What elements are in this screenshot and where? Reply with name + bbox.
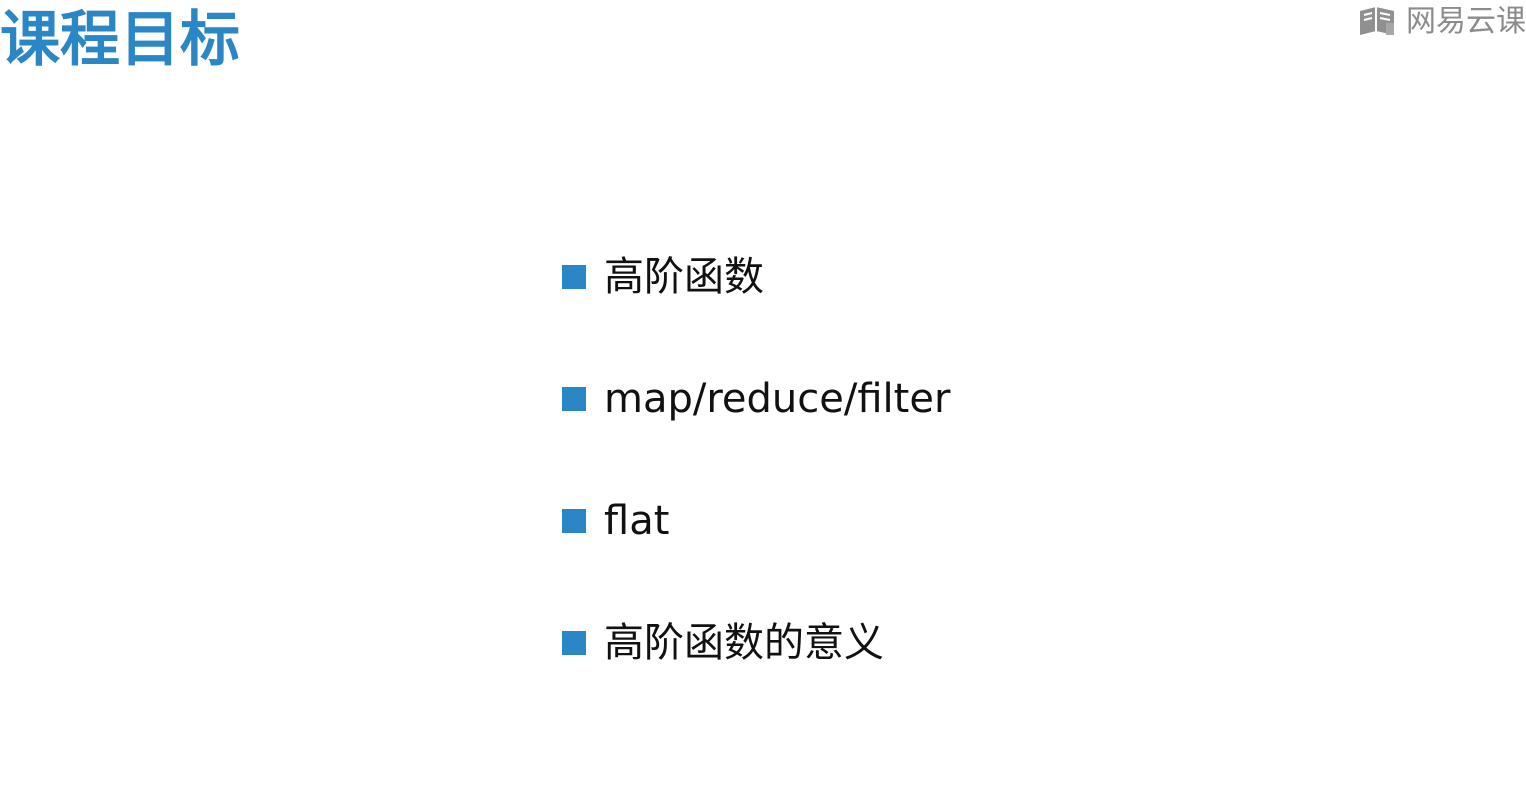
objectives-list: 高阶函数 map/reduce/filter flat 高阶函数的意义	[562, 246, 950, 674]
list-item: 高阶函数的意义	[562, 612, 950, 674]
square-bullet-icon	[562, 509, 586, 533]
list-item-text: flat	[604, 498, 670, 544]
square-bullet-icon	[562, 387, 586, 411]
list-item: 高阶函数	[562, 246, 950, 308]
list-item: map/reduce/filter	[562, 368, 950, 430]
square-bullet-icon	[562, 265, 586, 289]
square-bullet-icon	[562, 631, 586, 655]
watermark-text: 网易云课	[1406, 4, 1526, 39]
book-icon	[1360, 7, 1394, 35]
watermark: 网易云课	[1358, 2, 1526, 42]
slide-title: 课程目标	[0, 5, 240, 75]
list-item: flat	[562, 490, 950, 552]
list-item-text: 高阶函数	[604, 254, 764, 300]
slide: 课程目标 网易云课 高阶函数 map/reduce/filter flat 高阶…	[0, 0, 1526, 804]
list-item-text: 高阶函数的意义	[604, 620, 884, 666]
list-item-text: map/reduce/filter	[604, 376, 951, 422]
